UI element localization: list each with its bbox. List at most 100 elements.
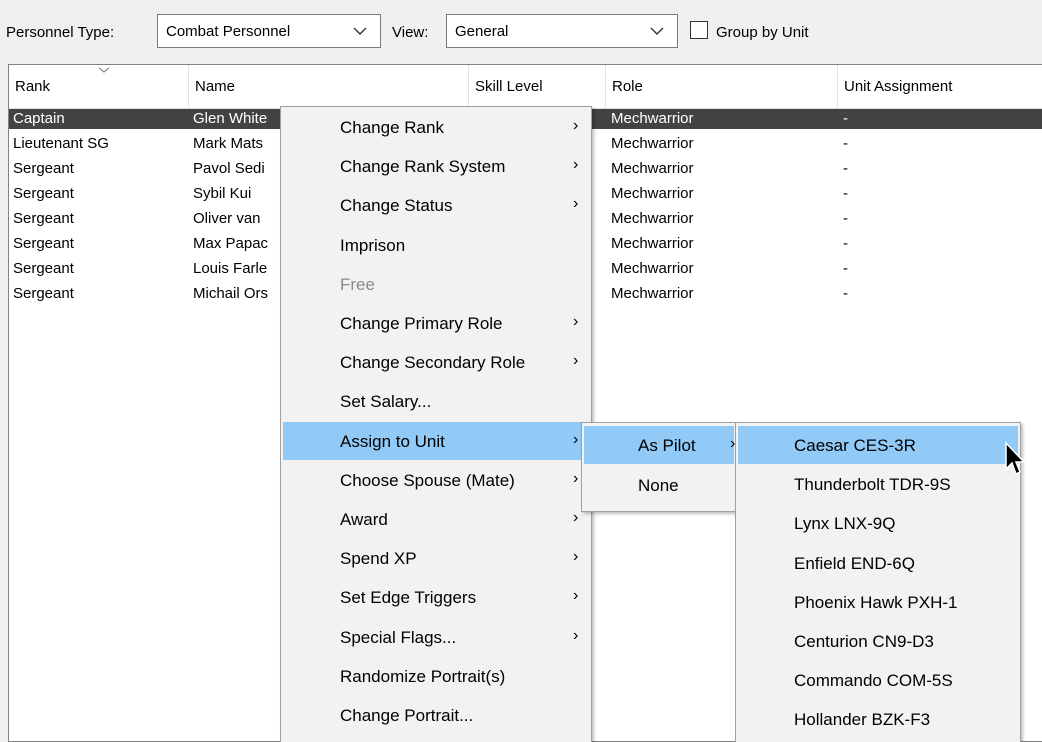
role-cell: Mechwarrior bbox=[611, 160, 694, 177]
assign-to-unit-submenu: As Pilot › None bbox=[581, 422, 737, 512]
column-header-skill-level[interactable]: Skill Level bbox=[469, 65, 606, 109]
menu-item-special-flags[interactable]: Special Flags... › bbox=[283, 618, 589, 656]
menu-item-label: Change Portrait... bbox=[340, 706, 474, 725]
rank-cell: Sergeant bbox=[13, 160, 74, 177]
toolbar: Personnel Type: Combat Personnel View: G… bbox=[0, 0, 1042, 64]
role-cell: Mechwarrior bbox=[611, 210, 694, 227]
menu-item-label: Commando COM-5S bbox=[794, 671, 953, 691]
menu-item-label: None bbox=[638, 476, 679, 495]
menu-item-caesar-ces-3r[interactable]: Caesar CES-3R bbox=[738, 426, 1018, 464]
view-label: View: bbox=[392, 24, 429, 41]
group-by-unit-checkbox[interactable] bbox=[690, 21, 708, 39]
column-header-name[interactable]: Name bbox=[189, 65, 469, 109]
submenu-arrow-icon: › bbox=[573, 548, 579, 566]
personnel-type-dropdown[interactable]: Combat Personnel bbox=[157, 14, 381, 48]
menu-item-label: Set Edge Triggers bbox=[340, 588, 477, 608]
role-cell: Mechwarrior bbox=[611, 110, 694, 127]
role-cell: Mechwarrior bbox=[611, 185, 694, 202]
column-header-role[interactable]: Role bbox=[606, 65, 838, 109]
menu-item-label: Change Rank System bbox=[340, 157, 506, 177]
menu-item-as-pilot[interactable]: As Pilot › bbox=[584, 426, 735, 464]
menu-item-hollander-bzk-f3[interactable]: Hollander BZK-F3 bbox=[738, 700, 1018, 738]
name-cell: Michail Ors bbox=[193, 285, 269, 302]
submenu-arrow-icon: › bbox=[573, 313, 579, 330]
menu-item-change-portrait[interactable]: Change Portrait... bbox=[283, 696, 589, 734]
menu-item-set-salary[interactable]: Set Salary... bbox=[283, 382, 589, 420]
menu-item-label: Centurion CN9-D3 bbox=[794, 632, 934, 651]
menu-item-change-rank[interactable]: Change Rank › bbox=[283, 108, 589, 146]
table-header: Rank Name Skill Level Role Unit Assignme… bbox=[9, 65, 1042, 109]
column-header-unit-assignment[interactable]: Unit Assignment bbox=[838, 65, 1042, 109]
unit-assignment-cell: - bbox=[843, 210, 848, 227]
unit-assignment-cell: - bbox=[843, 285, 848, 302]
menu-item-commando-com-5s[interactable]: Commando COM-5S bbox=[738, 661, 1018, 699]
menu-item-enfield-end-6q[interactable]: Enfield END-6Q bbox=[738, 544, 1018, 582]
rank-cell: Lieutenant SG bbox=[13, 135, 109, 152]
personnel-type-value: Combat Personnel bbox=[166, 23, 291, 40]
chevron-down-icon bbox=[353, 27, 367, 35]
submenu-arrow-icon: › bbox=[573, 430, 579, 448]
menu-item-label: Caesar CES-3R bbox=[794, 436, 916, 455]
name-cell: Pavol Sedi bbox=[193, 160, 265, 177]
role-cell: Mechwarrior bbox=[611, 260, 694, 277]
menu-item-phoenix-hawk-pxh-1[interactable]: Phoenix Hawk PXH-1 bbox=[738, 583, 1018, 621]
name-cell: Glen White bbox=[193, 110, 268, 127]
menu-item-label: Set Salary... bbox=[340, 392, 432, 412]
menu-item-label: Choose Spouse (Mate) bbox=[340, 470, 515, 490]
rank-cell: Sergeant bbox=[13, 285, 74, 302]
menu-item-label: Imprison bbox=[340, 235, 406, 255]
menu-item-award[interactable]: Award › bbox=[283, 500, 589, 538]
unit-assignment-cell: - bbox=[843, 160, 848, 177]
unit-assignment-cell: - bbox=[843, 260, 848, 277]
column-header-rank[interactable]: Rank bbox=[9, 65, 189, 109]
menu-item-change-primary-role[interactable]: Change Primary Role › bbox=[283, 304, 589, 342]
submenu-arrow-icon: › bbox=[573, 156, 579, 174]
rank-cell: Captain bbox=[13, 110, 65, 127]
menu-item-label: Assign to Unit bbox=[340, 431, 445, 451]
unit-assignment-cell: - bbox=[843, 185, 848, 202]
menu-item-label: Hollander BZK-F3 bbox=[794, 710, 931, 730]
menu-item-change-status[interactable]: Change Status › bbox=[283, 186, 589, 224]
menu-item-label: Change Status bbox=[340, 196, 453, 216]
menu-item-label: Award bbox=[340, 510, 388, 529]
menu-item-label: Enfield END-6Q bbox=[794, 553, 915, 573]
menu-item-label: Thunderbolt TDR-9S bbox=[794, 475, 951, 495]
unit-assignment-cell: - bbox=[843, 235, 848, 252]
menu-item-centurion-cn9-d3[interactable]: Centurion CN9-D3 bbox=[738, 622, 1018, 660]
menu-item-lynx-lnx-9q[interactable]: Lynx LNX-9Q bbox=[738, 504, 1018, 542]
rank-cell: Sergeant bbox=[13, 210, 74, 227]
menu-item-label: Change Secondary Role bbox=[340, 353, 526, 373]
personnel-type-label: Personnel Type: bbox=[6, 24, 115, 41]
menu-item-assign-to-unit[interactable]: Assign to Unit › bbox=[283, 421, 589, 460]
menu-item-randomize-portrait-s[interactable]: Randomize Portrait(s) bbox=[283, 657, 589, 695]
mouse-cursor-icon bbox=[1005, 441, 1026, 476]
menu-item-change-secondary-role[interactable]: Change Secondary Role › bbox=[283, 343, 589, 381]
menu-item-change-rank-system[interactable]: Change Rank System › bbox=[283, 147, 589, 185]
name-cell: Oliver van bbox=[193, 210, 261, 227]
rank-cell: Sergeant bbox=[13, 260, 74, 277]
context-menu: Change Rank › Change Rank System › Change St… bbox=[280, 106, 592, 742]
menu-item-label: Phoenix Hawk PXH-1 bbox=[794, 592, 958, 612]
group-by-unit-label: Group by Unit bbox=[716, 24, 809, 41]
as-pilot-submenu: Caesar CES-3R Thunderbolt TDR-9S Lynx LNX-… bbox=[735, 422, 1021, 742]
menu-item-set-edge-triggers[interactable]: Set Edge Triggers › bbox=[283, 578, 589, 616]
menu-item-thunderbolt-tdr-9s[interactable]: Thunderbolt TDR-9S bbox=[738, 465, 1018, 503]
submenu-arrow-icon: › bbox=[573, 509, 579, 526]
submenu-arrow-icon: › bbox=[573, 626, 579, 644]
name-cell: Max Papac bbox=[193, 235, 269, 252]
role-cell: Mechwarrior bbox=[611, 285, 694, 302]
name-cell: Mark Mats bbox=[193, 135, 264, 152]
submenu-arrow-icon: › bbox=[573, 195, 579, 213]
name-cell: Sybil Kui bbox=[193, 185, 252, 202]
menu-item-spend-xp[interactable]: Spend XP › bbox=[283, 539, 589, 577]
unit-assignment-cell: - bbox=[843, 135, 848, 152]
menu-item-none[interactable]: None bbox=[584, 466, 734, 504]
view-dropdown[interactable]: General bbox=[446, 14, 678, 48]
submenu-arrow-icon: › bbox=[573, 117, 579, 134]
menu-item-choose-spouse-mate[interactable]: Choose Spouse (Mate) › bbox=[283, 461, 589, 499]
rank-cell: Sergeant bbox=[13, 235, 74, 252]
sort-arrow-icon bbox=[98, 67, 110, 73]
view-value: General bbox=[455, 23, 509, 40]
menu-item-imprison[interactable]: Imprison bbox=[283, 226, 589, 264]
menu-item-label: Lynx LNX-9Q bbox=[794, 514, 896, 534]
